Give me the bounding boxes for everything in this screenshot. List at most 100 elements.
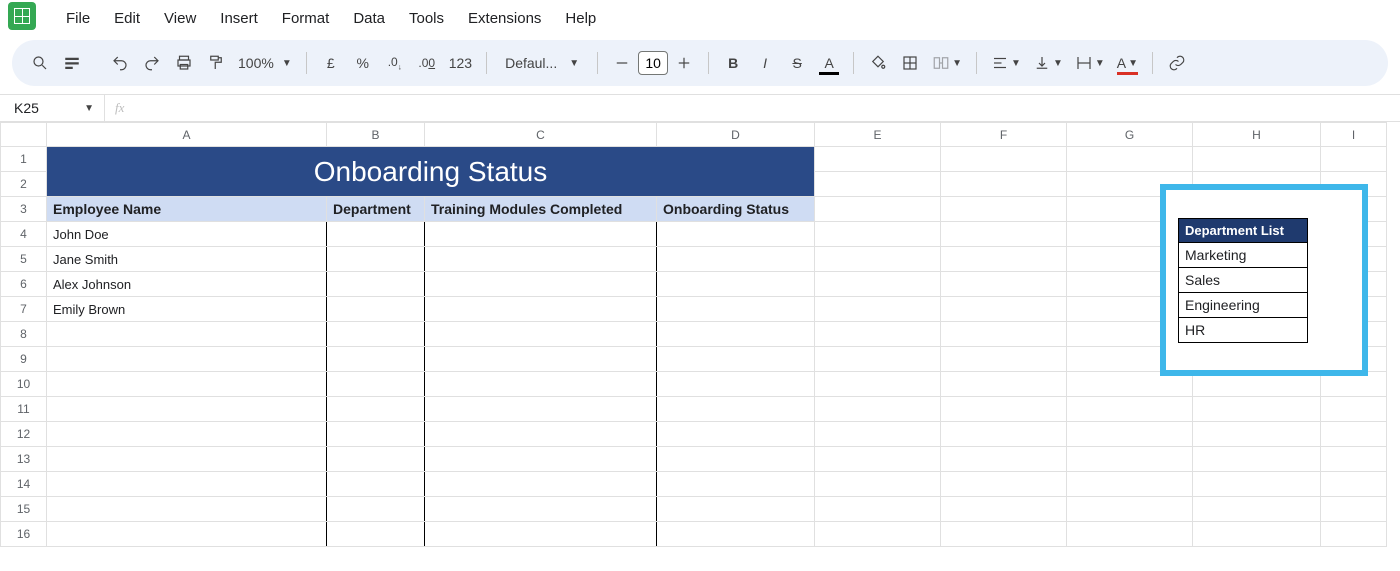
cell[interactable] <box>1067 472 1193 497</box>
cell[interactable] <box>425 497 657 522</box>
menu-data[interactable]: Data <box>341 4 397 33</box>
cell[interactable] <box>47 397 327 422</box>
cell[interactable] <box>425 397 657 422</box>
cell[interactable] <box>657 297 815 322</box>
cell[interactable] <box>1193 397 1321 422</box>
decrease-font-button[interactable] <box>608 49 636 77</box>
title-cell[interactable]: Onboarding Status <box>47 147 815 197</box>
cell[interactable] <box>1321 447 1387 472</box>
menu-edit[interactable]: Edit <box>102 4 152 33</box>
strikethrough-button[interactable]: S <box>783 49 811 77</box>
cell[interactable] <box>425 322 657 347</box>
cell[interactable] <box>327 222 425 247</box>
cell[interactable] <box>327 422 425 447</box>
cell[interactable] <box>1321 422 1387 447</box>
cell[interactable] <box>815 272 941 297</box>
cell[interactable] <box>47 322 327 347</box>
cell[interactable] <box>941 372 1067 397</box>
italic-button[interactable]: I <box>751 49 779 77</box>
bold-button[interactable]: B <box>719 49 747 77</box>
row-header-15[interactable]: 15 <box>1 497 47 522</box>
menu-view[interactable]: View <box>152 4 208 33</box>
cell[interactable] <box>815 197 941 222</box>
select-all-corner[interactable] <box>1 123 47 147</box>
horizontal-align-button[interactable]: ▼ <box>987 49 1025 77</box>
cell[interactable] <box>1193 522 1321 547</box>
cell[interactable] <box>425 272 657 297</box>
cell[interactable] <box>425 297 657 322</box>
merge-cells-button[interactable]: ▼ <box>928 49 966 77</box>
redo-icon[interactable] <box>138 49 166 77</box>
fill-color-button[interactable] <box>864 49 892 77</box>
cell[interactable] <box>425 447 657 472</box>
currency-button[interactable]: £ <box>317 49 345 77</box>
cell[interactable] <box>657 422 815 447</box>
menu-tools[interactable]: Tools <box>397 4 456 33</box>
department-list-item[interactable]: Sales <box>1179 268 1308 293</box>
menus-icon[interactable] <box>58 49 86 77</box>
row-header-4[interactable]: 4 <box>1 222 47 247</box>
cell[interactable] <box>1321 522 1387 547</box>
col-header-B[interactable]: B <box>327 123 425 147</box>
row-header-16[interactable]: 16 <box>1 522 47 547</box>
increase-decimal-button[interactable]: .00 <box>413 49 441 77</box>
cell[interactable] <box>941 197 1067 222</box>
cell[interactable] <box>941 472 1067 497</box>
font-dropdown[interactable]: Defaul...▼ <box>497 55 587 71</box>
cell[interactable] <box>327 397 425 422</box>
menu-format[interactable]: Format <box>270 4 342 33</box>
cell[interactable] <box>941 397 1067 422</box>
menu-insert[interactable]: Insert <box>208 4 270 33</box>
cell[interactable] <box>327 522 425 547</box>
cell[interactable] <box>425 522 657 547</box>
department-list-item[interactable]: Engineering <box>1179 293 1308 318</box>
cell[interactable] <box>1193 422 1321 447</box>
cell[interactable] <box>941 422 1067 447</box>
cell[interactable] <box>47 497 327 522</box>
cell[interactable] <box>657 222 815 247</box>
cell[interactable] <box>327 497 425 522</box>
formula-input[interactable] <box>134 95 1400 121</box>
cell[interactable] <box>657 472 815 497</box>
cell[interactable] <box>815 222 941 247</box>
row-header-9[interactable]: 9 <box>1 347 47 372</box>
cell[interactable] <box>47 522 327 547</box>
row-header-11[interactable]: 11 <box>1 397 47 422</box>
cell[interactable] <box>47 472 327 497</box>
cell[interactable] <box>1193 472 1321 497</box>
cell[interactable] <box>1067 522 1193 547</box>
row-header-13[interactable]: 13 <box>1 447 47 472</box>
cell[interactable] <box>425 422 657 447</box>
cell[interactable] <box>1067 147 1193 172</box>
increase-font-button[interactable] <box>670 49 698 77</box>
cell[interactable] <box>941 247 1067 272</box>
text-rotation-button[interactable]: A▼ <box>1113 49 1142 77</box>
cell[interactable] <box>1193 147 1321 172</box>
cell[interactable] <box>815 472 941 497</box>
cell[interactable] <box>1067 422 1193 447</box>
cell[interactable] <box>47 372 327 397</box>
paint-format-icon[interactable] <box>202 49 230 77</box>
cell[interactable] <box>657 272 815 297</box>
row-header-8[interactable]: 8 <box>1 322 47 347</box>
cell[interactable] <box>941 297 1067 322</box>
cell[interactable] <box>327 247 425 272</box>
cell[interactable]: John Doe <box>47 222 327 247</box>
cell[interactable] <box>941 347 1067 372</box>
cell[interactable] <box>327 272 425 297</box>
cell[interactable] <box>657 322 815 347</box>
cell[interactable] <box>47 422 327 447</box>
cell[interactable] <box>327 322 425 347</box>
col-header-C[interactable]: C <box>425 123 657 147</box>
col-header-A[interactable]: A <box>47 123 327 147</box>
row-header-3[interactable]: 3 <box>1 197 47 222</box>
cell[interactable] <box>815 397 941 422</box>
row-header-14[interactable]: 14 <box>1 472 47 497</box>
cell[interactable] <box>1067 397 1193 422</box>
cell[interactable] <box>941 447 1067 472</box>
header-cell[interactable]: Department <box>327 197 425 222</box>
department-list-item[interactable]: Marketing <box>1179 243 1308 268</box>
cell[interactable] <box>815 172 941 197</box>
print-icon[interactable] <box>170 49 198 77</box>
text-color-button[interactable]: A <box>815 49 843 77</box>
